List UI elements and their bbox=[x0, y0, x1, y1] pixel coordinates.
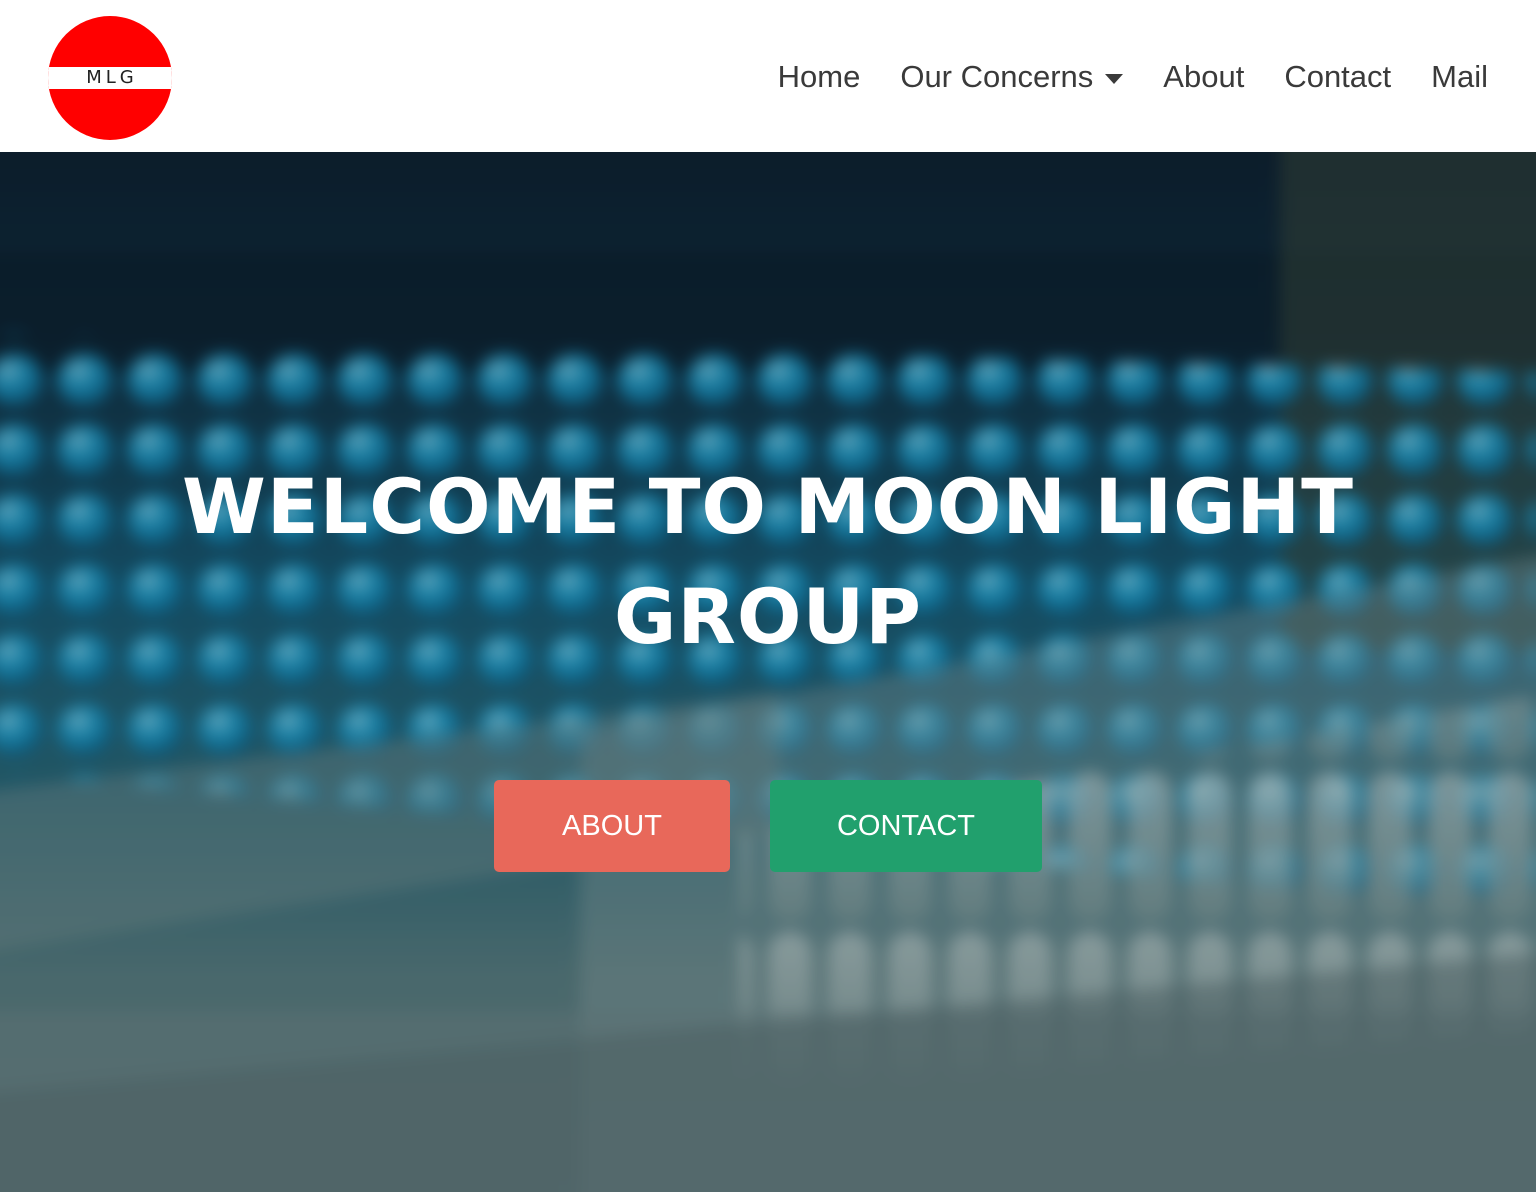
contact-button[interactable]: CONTACT bbox=[770, 780, 1042, 872]
mlg-logo[interactable]: MLG bbox=[48, 16, 172, 140]
about-button[interactable]: ABOUT bbox=[494, 780, 730, 872]
nav-about[interactable]: About bbox=[1163, 59, 1244, 95]
nav-home[interactable]: Home bbox=[778, 59, 861, 95]
nav-contact[interactable]: Contact bbox=[1284, 59, 1391, 95]
logo-text: MLG bbox=[86, 67, 138, 88]
nav-mail[interactable]: Mail bbox=[1431, 59, 1488, 95]
nav-our-concerns[interactable]: Our Concerns bbox=[900, 59, 1124, 95]
site-header: MLG Home Our Concerns About Contact Mail bbox=[0, 0, 1536, 152]
nav-our-concerns-label: Our Concerns bbox=[900, 59, 1094, 94]
hero-title: WELCOME TO MOON LIGHT GROUP bbox=[182, 462, 1354, 661]
hero-overlay bbox=[0, 152, 1536, 1192]
hero-section: WELCOME TO MOON LIGHT GROUP ABOUT CONTAC… bbox=[0, 152, 1536, 1192]
main-nav: Home Our Concerns About Contact Mail bbox=[778, 50, 1488, 104]
caret-down-icon bbox=[1105, 74, 1124, 84]
